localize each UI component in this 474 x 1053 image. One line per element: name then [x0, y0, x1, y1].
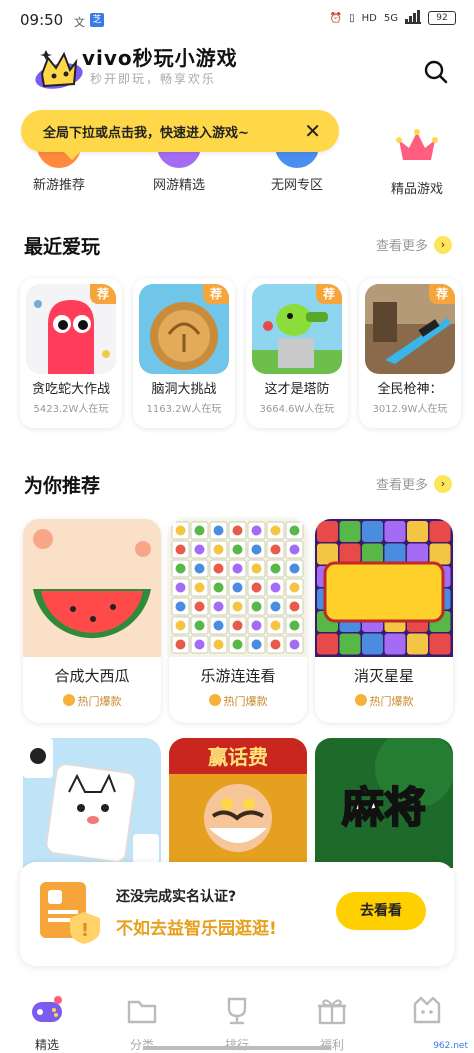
game-name: 消灭星星: [353, 667, 414, 685]
id-card-shield-icon: !: [40, 882, 100, 944]
pulldown-tooltip[interactable]: 全局下拉或点击我，快速进入游戏~ ✕: [21, 110, 339, 160]
bottom-tab-bar: 精选 分类 排行 福利: [0, 982, 474, 1053]
app-title: vivo秒玩小游戏: [82, 46, 238, 70]
recommend-tag: 荐: [429, 284, 455, 304]
tab-label: 分类: [129, 1038, 154, 1052]
game-name: 脑洞大挑战: [151, 382, 217, 397]
home-indicator[interactable]: [143, 1046, 331, 1050]
player-count: 3012.9W人在玩: [372, 404, 448, 415]
category-label: 精品游戏: [390, 182, 443, 197]
recommend-tag: 荐: [316, 284, 342, 304]
status-icons: ⏰ ▯ HD 5G 92: [329, 10, 456, 25]
tab-label: 福利: [319, 1038, 344, 1052]
watermark: 962.net: [433, 1041, 468, 1051]
gift-icon: [318, 999, 346, 1025]
game-name: 合成大西瓜: [54, 667, 130, 685]
game-icon-huafei[interactable]: 赢话费: [169, 738, 307, 868]
recommend-tag: 荐: [203, 284, 229, 304]
hot-badge: 热门爆款: [23, 693, 161, 709]
hot-badge: 热门爆款: [315, 693, 453, 709]
category-label: 网游精选: [152, 178, 205, 193]
recommend-game-card[interactable]: 合成大西瓜 热门爆款: [23, 519, 161, 723]
wifi-icon: [405, 10, 421, 24]
hot-icon: [354, 694, 367, 706]
recommend-tag: 荐: [90, 284, 116, 304]
search-icon[interactable]: [423, 59, 449, 85]
player-count: 3664.6W人在玩: [259, 404, 335, 415]
tab-category[interactable]: 分类: [97, 982, 187, 1053]
more-label: 查看更多: [375, 478, 428, 493]
hd-icon: HD: [361, 12, 377, 24]
game-name: 全民枪神：: [377, 382, 443, 397]
recent-game-card[interactable]: 荐 全民枪神： 3012.9W人在玩: [359, 278, 461, 428]
real-name-banner[interactable]: ! 还没完成实名认证? 不如去益智乐园逛逛! 去看看: [20, 862, 454, 966]
close-icon[interactable]: ✕: [304, 119, 321, 143]
go-see-button[interactable]: 去看看: [336, 892, 426, 930]
tab-label: 精选: [34, 1038, 59, 1052]
huafei-logo-text: 赢话费: [208, 745, 268, 769]
recommend-section-title: 为你推荐: [24, 475, 101, 497]
category-label: 无网专区: [270, 178, 323, 193]
player-count: 5423.2W人在玩: [33, 404, 109, 415]
recent-game-card[interactable]: 荐 脑洞大挑战 1163.2W人在玩: [133, 278, 235, 428]
folder-icon: [127, 1000, 157, 1024]
game-icon-link: [169, 519, 307, 657]
recommend-more-link[interactable]: 查看更多 ›: [376, 474, 452, 493]
game-icon-mahjong[interactable]: 麻将: [315, 738, 453, 868]
tab-featured[interactable]: 精选: [2, 982, 92, 1053]
player-count: 1163.2W人在玩: [146, 404, 222, 415]
chevron-right-icon: ›: [434, 235, 452, 254]
game-icon-watermelon: [23, 519, 161, 657]
recent-game-card[interactable]: 荐 贪吃蛇大作战 5423.2W人在玩: [20, 278, 122, 428]
alarm-icon: ⏰: [329, 12, 343, 24]
signal-icon: 5G: [383, 12, 398, 24]
tab-ranking[interactable]: 排行: [192, 982, 282, 1053]
svg-text:!: !: [81, 920, 89, 941]
banner-subtitle: 不如去益智乐园逛逛!: [116, 919, 277, 939]
vibrate-icon: ▯: [349, 12, 355, 24]
app-subtitle: 秒开即玩，畅享欢乐: [90, 72, 217, 86]
game-name: 乐游连连看: [200, 667, 276, 685]
banner-title: 还没完成实名认证?: [116, 889, 237, 905]
game-name: 贪吃蛇大作战: [31, 382, 110, 397]
profile-icon: [413, 996, 441, 1024]
chevron-right-icon: ›: [434, 474, 452, 493]
hot-icon: [62, 694, 75, 706]
trophy-icon: [227, 997, 247, 1025]
tab-mine[interactable]: [382, 982, 472, 1036]
recommend-game-card[interactable]: 消灭星星 热门爆款: [315, 519, 453, 723]
clock: 09:50: [20, 11, 64, 29]
more-label: 查看更多: [375, 239, 428, 254]
recent-more-link[interactable]: 查看更多 ›: [376, 235, 452, 254]
tooltip-text: 全局下拉或点击我，快速进入游戏~: [43, 125, 249, 141]
game-icon-cat-mahjong[interactable]: [23, 738, 161, 868]
game-name: 这才是塔防: [264, 382, 330, 397]
hot-badge: 热门爆款: [169, 693, 307, 709]
crown-icon: [396, 129, 438, 160]
gamepad-icon: [32, 996, 62, 1022]
hot-label: 热门爆款: [369, 695, 414, 708]
status-bar: 09:50 文 芝 ⏰ ▯ HD 5G 92: [0, 0, 474, 40]
hot-label: 热门爆款: [77, 695, 122, 708]
notification-icon-2: 芝: [90, 13, 104, 27]
tab-welfare[interactable]: 福利: [287, 982, 377, 1053]
hot-icon: [208, 694, 221, 706]
category-premium[interactable]: 精品游戏: [372, 112, 462, 197]
notification-icon: 文: [74, 16, 85, 29]
hot-label: 热门爆款: [223, 695, 268, 708]
tab-label: 排行: [224, 1038, 249, 1052]
category-label: 新游推荐: [32, 178, 85, 193]
game-icon-popstar: [315, 519, 453, 657]
recent-game-card[interactable]: 荐 这才是塔防 3664.6W人在玩: [246, 278, 348, 428]
battery-icon: 92: [428, 11, 456, 25]
mahjong-logo-text: 麻将: [342, 783, 426, 832]
app-logo-icon: [35, 50, 83, 89]
recommend-game-card[interactable]: 乐游连连看 热门爆款: [169, 519, 307, 723]
recent-section-title: 最近爱玩: [24, 236, 101, 258]
